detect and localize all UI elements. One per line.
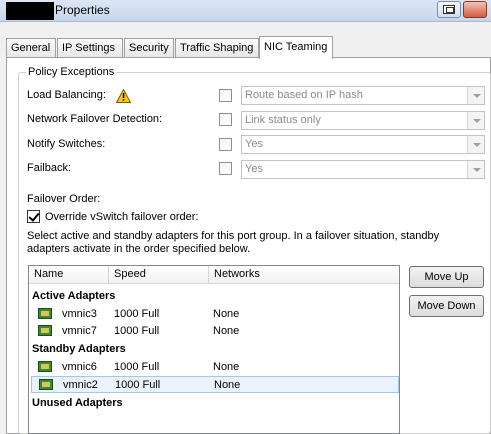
tab-general[interactable]: General	[6, 38, 56, 58]
notify-switches-checkbox[interactable]	[219, 138, 232, 151]
tab-security[interactable]: Security	[124, 38, 174, 58]
chevron-down-icon[interactable]	[467, 136, 484, 153]
adapter-networks: None	[214, 379, 241, 391]
window-title: Properties	[55, 3, 110, 17]
column-header-name[interactable]: Name	[29, 266, 109, 284]
load-balancing-value: Route based on IP hash	[245, 89, 363, 101]
notify-switches-select[interactable]: Yes	[241, 135, 485, 154]
adapter-networks: None	[213, 308, 240, 320]
adapter-speed: 1000 Full	[114, 325, 160, 337]
adapter-row-vmnic6[interactable]: vmnic6 1000 Full None	[31, 359, 399, 376]
notify-switches-label: Notify Switches:	[27, 138, 106, 150]
load-balancing-label: Load Balancing:	[27, 89, 106, 101]
load-balancing-select[interactable]: Route based on IP hash	[241, 86, 485, 105]
failover-order-label: Failover Order:	[27, 193, 101, 205]
failover-detection-checkbox[interactable]	[219, 113, 232, 126]
unused-adapters-title: Unused Adapters	[32, 397, 123, 409]
adapter-speed: 1000 Full	[115, 379, 161, 391]
move-up-button[interactable]: Move Up	[409, 266, 484, 288]
tab-nic-teaming[interactable]: NIC Teaming	[259, 36, 333, 59]
active-adapters-title: Active Adapters	[32, 290, 116, 302]
failover-description-line1: Select active and standby adapters for t…	[27, 230, 440, 242]
warning-icon	[116, 89, 131, 103]
failback-label: Failback:	[27, 162, 72, 174]
move-down-button[interactable]: Move Down	[409, 295, 484, 317]
adapter-speed: 1000 Full	[114, 361, 160, 373]
adapter-name: vmnic6	[62, 361, 97, 373]
override-failover-label: Override vSwitch failover order:	[45, 211, 199, 223]
adapter-networks: None	[213, 325, 240, 337]
override-failover-checkbox[interactable]	[27, 210, 40, 223]
network-adapter-icon	[38, 325, 52, 336]
failover-detection-select[interactable]: Link status only	[241, 111, 485, 130]
adapter-row-vmnic3[interactable]: vmnic3 1000 Full None	[31, 306, 399, 323]
tab-ip-settings[interactable]: IP Settings	[57, 38, 123, 58]
network-adapter-icon	[39, 379, 53, 390]
tab-traffic-shaping[interactable]: Traffic Shaping	[175, 38, 259, 58]
failback-value: Yes	[245, 163, 263, 175]
standby-adapters-title: Standby Adapters	[32, 343, 126, 355]
notify-switches-value: Yes	[245, 138, 263, 150]
close-icon	[469, 5, 481, 14]
load-balancing-checkbox[interactable]	[219, 89, 232, 102]
policy-exceptions-title: Policy Exceptions	[26, 66, 117, 78]
close-button[interactable]	[463, 1, 487, 18]
network-adapter-icon	[38, 361, 52, 372]
failover-description-line2: adapters activate in the order specified…	[27, 243, 251, 255]
column-header-networks[interactable]: Networks	[209, 266, 399, 284]
adapter-row-vmnic2[interactable]: vmnic2 1000 Full None	[31, 376, 399, 393]
adapter-row-vmnic7[interactable]: vmnic7 1000 Full None	[31, 323, 399, 340]
column-header-speed[interactable]: Speed	[109, 266, 209, 284]
adapter-speed: 1000 Full	[114, 308, 160, 320]
redacted-host-name	[6, 2, 54, 20]
adapter-list[interactable]: Name Speed Networks Active Adapters vmni…	[28, 265, 400, 434]
adapter-name: vmnic2	[63, 379, 98, 391]
restore-button[interactable]	[437, 1, 461, 18]
failback-checkbox[interactable]	[219, 162, 232, 175]
adapter-networks: None	[213, 361, 240, 373]
adapter-name: vmnic3	[62, 308, 97, 320]
failback-select[interactable]: Yes	[241, 160, 485, 179]
chevron-down-icon[interactable]	[467, 87, 484, 104]
failover-detection-label: Network Failover Detection:	[27, 113, 163, 125]
chevron-down-icon[interactable]	[467, 161, 484, 178]
chevron-down-icon[interactable]	[467, 112, 484, 129]
title-bar: Properties	[0, 0, 491, 22]
restore-icon	[443, 5, 455, 14]
adapter-name: vmnic7	[62, 325, 97, 337]
network-adapter-icon	[38, 308, 52, 319]
failover-detection-value: Link status only	[245, 114, 321, 126]
